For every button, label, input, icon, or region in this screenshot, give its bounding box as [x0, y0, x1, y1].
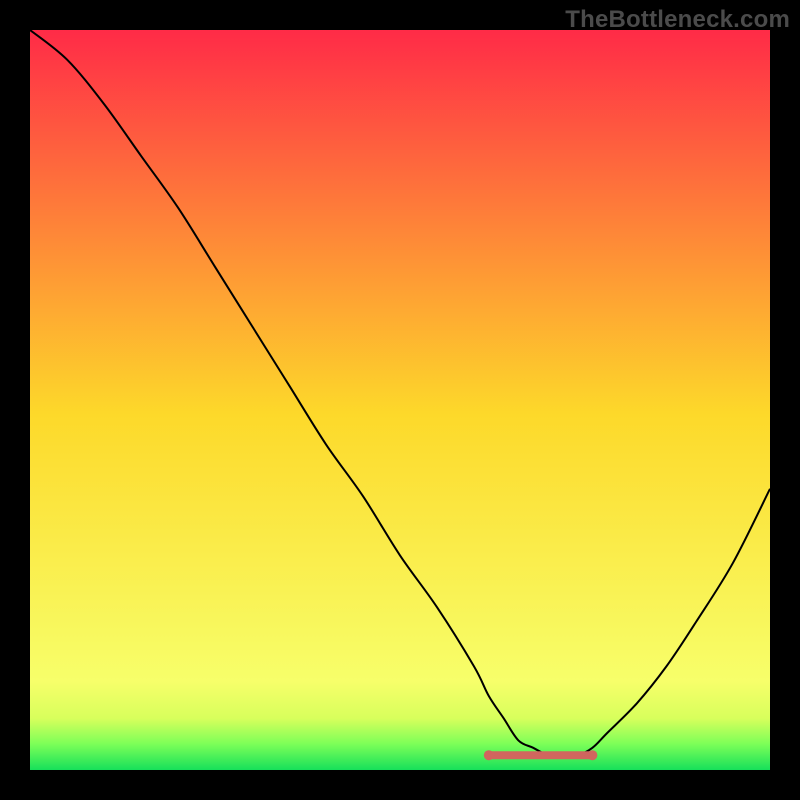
watermark-text: TheBottleneck.com: [565, 6, 790, 34]
chart-stage: TheBottleneck.com: [0, 0, 800, 800]
flat-bottom-marker: [484, 750, 598, 760]
chart-canvas: [30, 30, 770, 770]
plot-background: [30, 30, 770, 770]
